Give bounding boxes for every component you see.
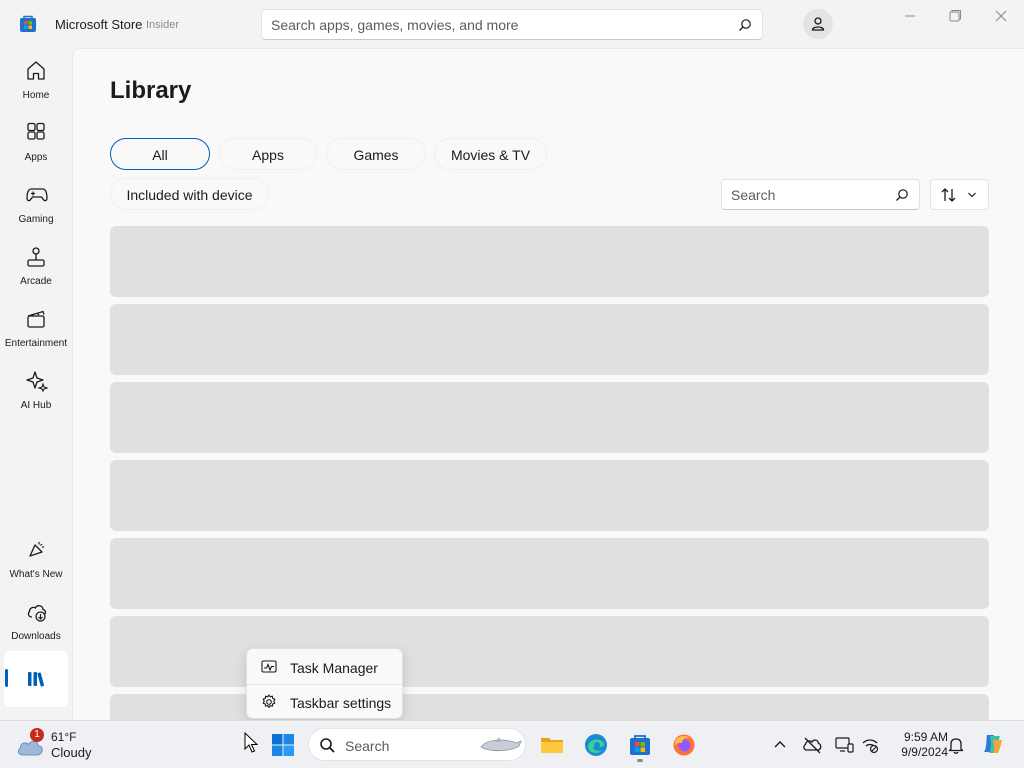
filter-movies-tv[interactable]: Movies & TV bbox=[434, 138, 547, 170]
filter-apps[interactable]: Apps bbox=[219, 138, 317, 170]
filter-all[interactable]: All bbox=[110, 138, 210, 170]
file-explorer-button[interactable] bbox=[536, 729, 568, 761]
filter-included-with-device[interactable]: Included with device bbox=[110, 178, 269, 210]
start-button[interactable] bbox=[267, 729, 299, 761]
search-icon[interactable] bbox=[738, 18, 752, 32]
running-indicator bbox=[637, 759, 643, 762]
firefox-icon bbox=[673, 734, 695, 756]
search-icon bbox=[320, 738, 335, 753]
sidebar-item-home[interactable]: Home bbox=[4, 52, 68, 108]
taskbar-context-menu: Task Manager Taskbar settings bbox=[246, 648, 403, 719]
sidebar-item-label: Apps bbox=[24, 152, 48, 163]
sidebar-item-entertainment[interactable]: Entertainment bbox=[4, 300, 68, 356]
list-item-placeholder[interactable] bbox=[110, 382, 989, 453]
chevron-up-icon[interactable] bbox=[770, 735, 790, 755]
list-item-placeholder[interactable] bbox=[110, 616, 989, 687]
page-title: Library bbox=[110, 77, 192, 104]
library-page: Library All Apps Games Movies & TV Inclu… bbox=[72, 48, 1024, 720]
clapperboard-icon bbox=[27, 310, 45, 328]
active-indicator bbox=[5, 669, 8, 687]
store-icon bbox=[630, 735, 650, 755]
taskbar: 1 61°F Cloudy Search 9:59 AM 9/9/2024 bbox=[0, 720, 1024, 768]
app-title: Microsoft Store bbox=[55, 17, 143, 32]
clock[interactable]: 9:59 AM 9/9/2024 bbox=[880, 730, 948, 760]
sidebar-item-downloads[interactable]: Downloads bbox=[4, 593, 68, 649]
sidebar-item-label: What's New bbox=[9, 569, 63, 580]
sidebar-item-label: Home bbox=[22, 90, 50, 101]
clock-date: 9/9/2024 bbox=[901, 745, 948, 759]
list-item-placeholder[interactable] bbox=[110, 694, 989, 720]
insider-badge: Insider bbox=[146, 19, 180, 31]
person-icon bbox=[811, 17, 825, 31]
library-icon bbox=[28, 672, 45, 687]
menu-item-task-manager[interactable]: Task Manager bbox=[251, 652, 399, 682]
library-search-input[interactable] bbox=[731, 185, 881, 205]
filter-games[interactable]: Games bbox=[326, 138, 426, 170]
weather-condition: Cloudy bbox=[51, 745, 92, 760]
taskbar-search-label: Search bbox=[345, 738, 390, 754]
minimize-icon[interactable] bbox=[895, 8, 925, 26]
start-icon bbox=[272, 734, 294, 756]
sidebar-item-label: Gaming bbox=[18, 214, 54, 225]
apps-icon bbox=[27, 122, 45, 140]
close-icon[interactable] bbox=[986, 8, 1016, 26]
sidebar-item-label: Entertainment bbox=[4, 338, 68, 349]
chevron-down-icon bbox=[968, 192, 976, 198]
sidebar-item-label: Downloads bbox=[11, 631, 61, 642]
onedrive-icon[interactable] bbox=[802, 735, 822, 755]
list-item-placeholder[interactable] bbox=[110, 226, 989, 297]
gamepad-icon bbox=[26, 188, 48, 202]
sidebar-item-arcade[interactable]: Arcade bbox=[4, 238, 68, 294]
list-item-placeholder[interactable] bbox=[110, 304, 989, 375]
sidebar-item-label: Arcade bbox=[20, 276, 52, 287]
taskbar-search[interactable]: Search bbox=[308, 728, 526, 761]
bell-icon[interactable] bbox=[946, 735, 966, 755]
network-icon[interactable] bbox=[860, 735, 880, 755]
gear-icon bbox=[262, 694, 276, 708]
copilot-icon[interactable] bbox=[980, 732, 1004, 756]
sidebar-item-apps[interactable]: Apps bbox=[4, 114, 68, 170]
restore-icon[interactable] bbox=[940, 8, 970, 26]
list-item-placeholder[interactable] bbox=[110, 460, 989, 531]
firefox-button[interactable] bbox=[668, 729, 700, 761]
sparkle-icon bbox=[26, 371, 48, 392]
sidebar-item-gaming[interactable]: Gaming bbox=[4, 176, 68, 232]
notification-badge: 1 bbox=[30, 728, 44, 742]
menu-item-label: Task Manager bbox=[290, 660, 378, 676]
search-icon[interactable] bbox=[895, 188, 909, 202]
store-search-input[interactable] bbox=[271, 15, 721, 35]
menu-divider bbox=[247, 684, 402, 685]
profile-button[interactable] bbox=[803, 9, 833, 39]
store-logo-icon bbox=[19, 15, 37, 33]
library-search-box[interactable] bbox=[721, 179, 920, 210]
sort-arrows-icon bbox=[941, 188, 956, 202]
mouse-cursor-icon bbox=[244, 732, 258, 753]
list-item-placeholder[interactable] bbox=[110, 538, 989, 609]
joystick-icon bbox=[27, 247, 45, 267]
menu-item-taskbar-settings[interactable]: Taskbar settings bbox=[251, 687, 399, 717]
sidebar-item-label: AI Hub bbox=[20, 400, 52, 411]
sidebar-item-whats-new[interactable]: What's New bbox=[4, 531, 68, 587]
megaphone-icon bbox=[29, 542, 44, 557]
edge-icon bbox=[585, 734, 607, 756]
weather-widget[interactable]: 1 61°F Cloudy bbox=[16, 728, 116, 761]
cloud-download-icon bbox=[27, 605, 47, 622]
display-icon[interactable] bbox=[834, 735, 854, 755]
weather-temperature: 61°F bbox=[51, 730, 77, 744]
menu-item-label: Taskbar settings bbox=[290, 695, 392, 711]
file-explorer-icon bbox=[541, 738, 563, 753]
edge-button[interactable] bbox=[580, 729, 612, 761]
title-bar: Microsoft Store Insider bbox=[0, 0, 1024, 48]
home-icon bbox=[27, 61, 45, 80]
store-search-box[interactable] bbox=[261, 9, 763, 40]
clock-time: 9:59 AM bbox=[903, 730, 948, 744]
sort-button[interactable] bbox=[930, 179, 989, 210]
store-button[interactable] bbox=[624, 729, 656, 762]
sidebar-item-ai-hub[interactable]: AI Hub bbox=[4, 362, 68, 418]
task-manager-icon bbox=[261, 660, 277, 673]
sidebar-nav: Home Apps Gaming Arcade Entertainment AI… bbox=[0, 48, 72, 720]
sidebar-item-library[interactable] bbox=[4, 651, 68, 707]
search-highlight-icon bbox=[480, 737, 522, 752]
